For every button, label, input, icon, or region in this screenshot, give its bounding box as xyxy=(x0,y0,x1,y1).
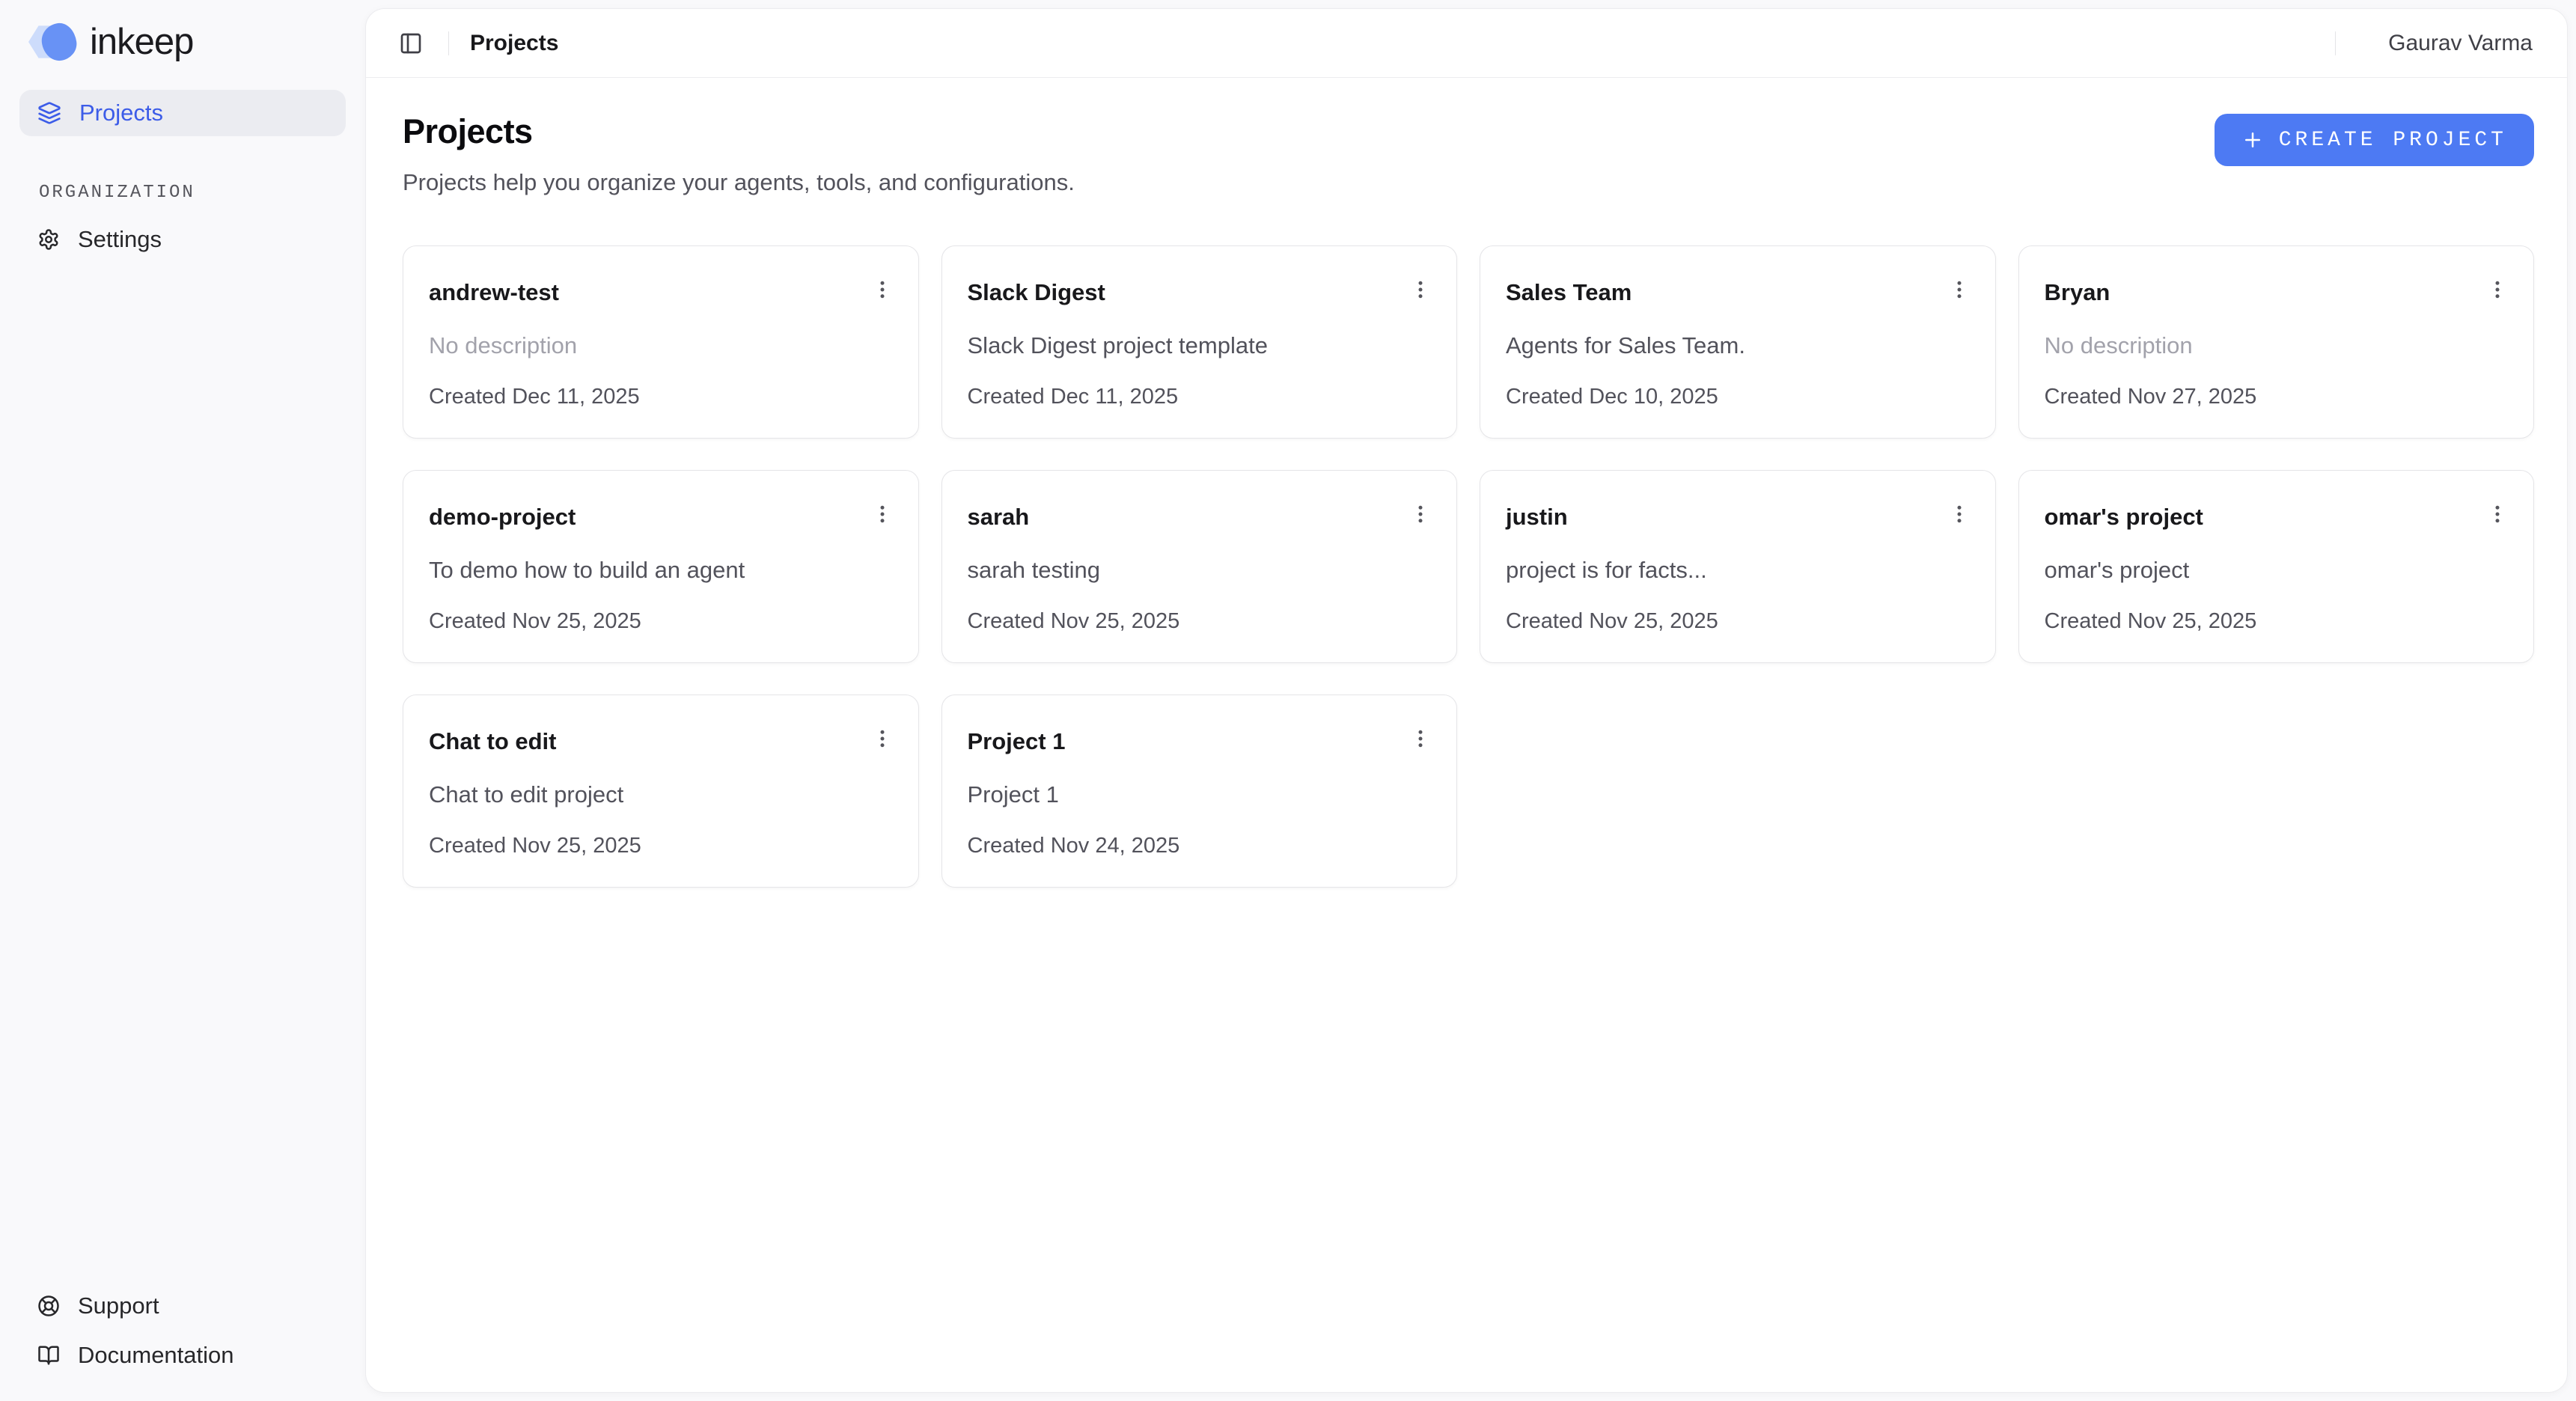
sidebar-item-documentation[interactable]: Documentation xyxy=(19,1332,346,1379)
project-name: Project 1 xyxy=(968,728,1066,755)
project-created-date: Created Dec 10, 2025 xyxy=(1506,385,1970,409)
project-description: omar's project xyxy=(2045,557,2509,584)
project-name: Sales Team xyxy=(1506,279,1632,306)
project-menu-button[interactable] xyxy=(2482,275,2512,305)
sidebar-item-label: Settings xyxy=(78,226,162,253)
project-menu-button[interactable] xyxy=(1405,724,1435,754)
ellipsis-vertical-icon xyxy=(871,503,894,525)
sidebar-section-organization: ORGANIZATION xyxy=(39,183,346,203)
project-name: andrew-test xyxy=(429,279,559,306)
panel-left-icon xyxy=(399,31,423,55)
project-description: sarah testing xyxy=(968,557,1432,584)
project-card[interactable]: Project 1 Project 1 Created Nov 24, 2025 xyxy=(941,695,1458,888)
project-menu-button[interactable] xyxy=(867,275,897,305)
ellipsis-vertical-icon xyxy=(871,727,894,750)
ellipsis-vertical-icon xyxy=(2486,503,2509,525)
project-menu-button[interactable] xyxy=(1405,499,1435,529)
project-created-date: Created Nov 25, 2025 xyxy=(429,609,893,634)
sidebar-item-label: Projects xyxy=(79,100,163,126)
project-description: Chat to edit project xyxy=(429,781,893,808)
sidebar-item-label: Support xyxy=(78,1292,159,1319)
topbar: Projects Gaurav Varma xyxy=(366,9,2567,78)
project-card[interactable]: sarah sarah testing Created Nov 25, 2025 xyxy=(941,470,1458,663)
ellipsis-vertical-icon xyxy=(1948,278,1971,301)
ellipsis-vertical-icon xyxy=(1948,503,1971,525)
create-project-label: CREATE PROJECT xyxy=(2279,129,2507,152)
ellipsis-vertical-icon xyxy=(1409,278,1432,301)
project-menu-button[interactable] xyxy=(867,499,897,529)
content-head: Projects Projects help you organize your… xyxy=(403,112,2534,196)
life-buoy-icon xyxy=(37,1295,60,1317)
project-name: omar's project xyxy=(2045,504,2203,531)
ellipsis-vertical-icon xyxy=(871,278,894,301)
project-card[interactable]: omar's project omar's project Created No… xyxy=(2018,470,2535,663)
project-card[interactable]: andrew-test No description Created Dec 1… xyxy=(403,245,919,439)
project-created-date: Created Nov 25, 2025 xyxy=(429,834,893,858)
breadcrumb: Projects xyxy=(470,31,558,56)
project-name: sarah xyxy=(968,504,1030,531)
project-card[interactable]: Bryan No description Created Nov 27, 202… xyxy=(2018,245,2535,439)
project-menu-button[interactable] xyxy=(1944,275,1974,305)
sidebar-item-support[interactable]: Support xyxy=(19,1283,346,1329)
project-description: Slack Digest project template xyxy=(968,332,1432,359)
page-subtitle: Projects help you organize your agents, … xyxy=(403,169,1075,196)
project-description: Project 1 xyxy=(968,781,1432,808)
project-card[interactable]: demo-project To demo how to build an age… xyxy=(403,470,919,663)
project-name: Chat to edit xyxy=(429,728,557,755)
project-menu-button[interactable] xyxy=(2482,499,2512,529)
sidebar-footer: Support Documentation xyxy=(19,1283,346,1379)
project-menu-button[interactable] xyxy=(867,724,897,754)
project-name: justin xyxy=(1506,504,1568,531)
project-name: demo-project xyxy=(429,504,576,531)
project-created-date: Created Dec 11, 2025 xyxy=(429,385,893,409)
project-description: No description xyxy=(429,332,893,359)
project-card[interactable]: Chat to edit Chat to edit project Create… xyxy=(403,695,919,888)
project-created-date: Created Nov 25, 2025 xyxy=(968,609,1432,634)
plus-icon xyxy=(2241,129,2264,151)
page-title: Projects xyxy=(403,112,1075,151)
gear-icon xyxy=(37,228,60,251)
project-created-date: Created Nov 24, 2025 xyxy=(968,834,1432,858)
sidebar-item-label: Documentation xyxy=(78,1342,234,1369)
project-menu-button[interactable] xyxy=(1944,499,1974,529)
project-grid: andrew-test No description Created Dec 1… xyxy=(403,245,2534,888)
project-card[interactable]: Sales Team Agents for Sales Team. Create… xyxy=(1480,245,1996,439)
layers-icon xyxy=(37,101,61,125)
ellipsis-vertical-icon xyxy=(1409,503,1432,525)
topbar-divider xyxy=(448,31,449,55)
project-name: Slack Digest xyxy=(968,279,1105,306)
book-open-icon xyxy=(37,1344,60,1367)
project-description: To demo how to build an agent xyxy=(429,557,893,584)
sidebar-item-settings[interactable]: Settings xyxy=(19,216,346,263)
project-card[interactable]: justin project is for facts... Created N… xyxy=(1480,470,1996,663)
project-created-date: Created Nov 25, 2025 xyxy=(2045,609,2509,634)
inkeep-logo[interactable]: inkeep xyxy=(28,21,346,63)
project-menu-button[interactable] xyxy=(1405,275,1435,305)
content: Projects Projects help you organize your… xyxy=(366,78,2567,1392)
project-name: Bryan xyxy=(2045,279,2110,306)
main-panel: Projects Gaurav Varma Projects Projects … xyxy=(365,8,2568,1393)
sidebar-nav: Projects xyxy=(19,63,346,136)
sidebar: inkeep Projects ORGANIZATION Settings xyxy=(0,0,365,1401)
project-card[interactable]: Slack Digest Slack Digest project templa… xyxy=(941,245,1458,439)
project-description: project is for facts... xyxy=(1506,557,1970,584)
sidebar-toggle-button[interactable] xyxy=(394,27,427,60)
inkeep-logo-icon xyxy=(28,23,76,61)
project-description: Agents for Sales Team. xyxy=(1506,332,1970,359)
ellipsis-vertical-icon xyxy=(2486,278,2509,301)
project-created-date: Created Nov 25, 2025 xyxy=(1506,609,1970,634)
project-created-date: Created Nov 27, 2025 xyxy=(2045,385,2509,409)
create-project-button[interactable]: CREATE PROJECT xyxy=(2215,114,2534,166)
sidebar-item-projects[interactable]: Projects xyxy=(19,90,346,136)
project-description: No description xyxy=(2045,332,2509,359)
inkeep-wordmark: inkeep xyxy=(90,21,193,63)
user-menu-button[interactable]: Gaurav Varma xyxy=(2357,31,2539,56)
topbar-right-divider xyxy=(2335,31,2336,55)
ellipsis-vertical-icon xyxy=(1409,727,1432,750)
project-created-date: Created Dec 11, 2025 xyxy=(968,385,1432,409)
